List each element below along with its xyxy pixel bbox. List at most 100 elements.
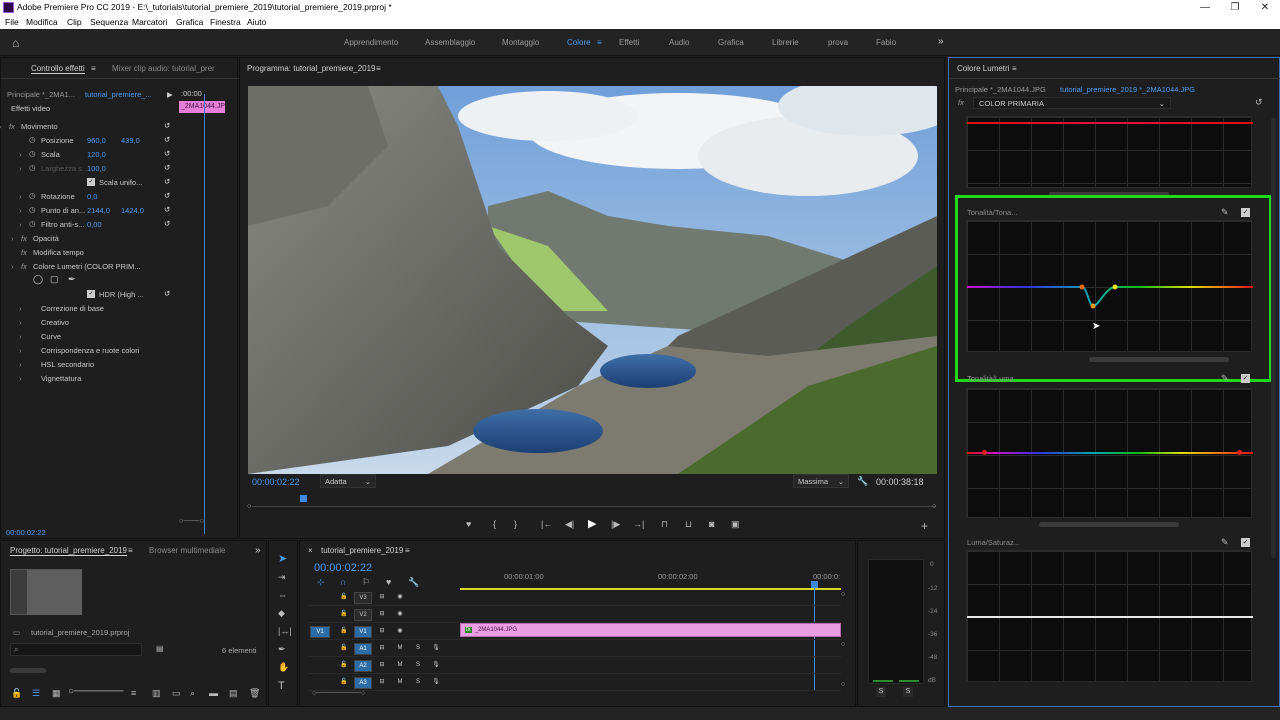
toggle-output-icon[interactable]: ◉ (394, 609, 406, 621)
toggle-output-icon[interactable]: ◉ (394, 592, 406, 604)
menu-clip[interactable]: Clip (67, 17, 82, 27)
add-marker-icon[interactable]: ♥ (386, 578, 391, 587)
curve-luma-sat[interactable] (966, 550, 1253, 682)
menu-finestra[interactable]: Finestra (210, 17, 241, 27)
master-source[interactable]: Principale *_2MA1... (7, 90, 75, 99)
go-to-in-icon[interactable]: |← (541, 520, 552, 529)
lumetri-source[interactable]: Principale *_2MA1044.JPG (955, 85, 1046, 94)
curve-hue-luma[interactable] (966, 388, 1253, 518)
track-target-button[interactable]: A1 (354, 643, 372, 655)
list-view-icon[interactable]: ☰ (32, 689, 40, 698)
stopwatch-icon[interactable]: ◷ (29, 149, 36, 158)
lock-track-icon[interactable]: 🔓 (338, 592, 350, 604)
reset-icon[interactable]: ↺ (164, 219, 170, 228)
curve-point[interactable] (1237, 450, 1242, 455)
expand-twisty-icon[interactable]: › (19, 150, 22, 159)
folder-icon[interactable]: ▬ (209, 689, 218, 698)
lock-track-icon[interactable]: 🔓 (338, 626, 350, 638)
snap-icon[interactable]: ∩ (340, 578, 346, 587)
mark-out-icon[interactable]: } (514, 520, 517, 529)
expand-twisty-icon[interactable]: › (19, 192, 22, 201)
slip-icon[interactable]: |↔| (278, 627, 292, 636)
project-thumbnail[interactable] (10, 569, 82, 615)
close-button[interactable]: ✕ (1250, 0, 1280, 15)
effect-value-1[interactable]: 0,0 (87, 192, 97, 201)
effect-value-1[interactable]: 120,0 (87, 150, 106, 159)
lock-track-icon[interactable]: 🔓 (338, 660, 350, 672)
track-target-button[interactable]: V1 (354, 626, 372, 638)
menu-marcatori[interactable]: Marcatori (132, 17, 167, 27)
track-target-button[interactable]: A2 (354, 660, 372, 672)
ripple-edit-icon[interactable]: ⇔ (278, 591, 287, 600)
track-target-button[interactable]: V3 (354, 592, 372, 604)
expand-twisty-icon[interactable]: › (11, 234, 14, 243)
pen-mask-icon[interactable]: ✒ (68, 274, 76, 285)
menu-grafica[interactable]: Grafica (176, 17, 203, 27)
icon-view-icon[interactable]: ▦ (52, 689, 61, 698)
bin-icon[interactable]: ▭ (172, 689, 181, 698)
pen-icon[interactable]: ✒ (278, 645, 286, 654)
play-button-icon[interactable]: ▶ (588, 519, 596, 530)
hscroll-bar[interactable]: ○─────────○ (312, 690, 365, 697)
fx-icon[interactable]: fx (21, 248, 27, 257)
add-marker-icon[interactable]: ♥ (466, 520, 471, 529)
mute-button[interactable]: M (394, 643, 406, 655)
enable-checkbox[interactable]: ✓ (1241, 538, 1250, 547)
reset-icon[interactable]: ↺ (164, 191, 170, 200)
timeline-timecode[interactable]: 00:00:02:22 (314, 562, 372, 574)
reset-icon[interactable]: ↺ (164, 205, 170, 214)
more-panels-icon[interactable]: » (255, 545, 261, 556)
expand-twisty-icon[interactable]: › (19, 332, 22, 341)
mute-button[interactable]: M (394, 660, 406, 672)
workspace-librerie[interactable]: Librerie (772, 38, 799, 47)
expand-twisty-icon[interactable]: › (19, 346, 22, 355)
playhead-bar[interactable] (252, 506, 936, 507)
expand-twisty-icon[interactable]: › (19, 360, 22, 369)
minimize-button[interactable]: — (1190, 0, 1220, 15)
close-tab-icon[interactable]: × (308, 546, 313, 555)
quality-dropdown[interactable]: Massima ⌄ (793, 474, 849, 488)
solo-right-button[interactable]: S (903, 687, 913, 697)
lock-track-icon[interactable]: 🔓 (338, 609, 350, 621)
sequence-clip[interactable]: tutorial_premiere_... (85, 90, 152, 99)
export-frame-icon[interactable]: ◙ (709, 520, 714, 529)
expand-twisty-icon[interactable]: › (19, 318, 22, 327)
workspace-prova[interactable]: prova (828, 38, 848, 47)
menu-aiuto[interactable]: Aiuto (247, 17, 266, 27)
checkbox[interactable]: ✓ (87, 290, 95, 298)
track-target-button[interactable]: A3 (354, 677, 372, 689)
expand-twisty-icon[interactable]: › (19, 374, 22, 383)
scroll-end-handle[interactable]: ○ (932, 503, 936, 510)
checkbox[interactable]: ✓ (87, 178, 95, 186)
go-to-out-icon[interactable]: →| (633, 520, 644, 529)
effect-value-1[interactable]: 2144,0 (87, 206, 110, 215)
sync-lock-icon[interactable]: ⊟ (376, 677, 388, 689)
reset-icon[interactable]: ↺ (164, 135, 170, 144)
tab-timeline[interactable]: tutorial_premiere_2019 (321, 546, 403, 555)
sort-icon[interactable]: ≡ (131, 689, 136, 698)
maximize-button[interactable]: ❐ (1220, 0, 1250, 15)
timeline-settings-icon[interactable]: 🔧 (408, 578, 419, 587)
stopwatch-icon[interactable]: ◷ (29, 219, 36, 228)
menu-modifica[interactable]: Modifica (26, 17, 58, 27)
project-search-input[interactable]: ⌕ (10, 643, 142, 656)
expand-twisty-icon[interactable]: › (19, 164, 22, 173)
reset-icon[interactable]: ↺ (164, 289, 170, 298)
panel-scrollbar[interactable] (1271, 118, 1276, 558)
voice-over-icon[interactable]: 🎙 (430, 677, 442, 689)
track-target-button[interactable]: V2 (354, 609, 372, 621)
timeline-clip[interactable]: fx _2MA1044.JPG (460, 623, 841, 637)
timeline-playhead[interactable] (811, 581, 818, 588)
wrench-icon[interactable]: 🔧 (857, 477, 868, 486)
effect-value-2[interactable]: 439,0 (121, 136, 140, 145)
workspace-colore[interactable]: Colore (567, 38, 591, 47)
fx-icon[interactable]: fx (21, 234, 27, 243)
nest-icon[interactable]: ⊹ (317, 578, 325, 587)
eyedropper-icon[interactable]: ✎ (1221, 538, 1229, 547)
panel-menu-icon[interactable]: ≡ (128, 546, 133, 555)
panel-menu-icon[interactable]: ≡ (405, 546, 410, 555)
expand-twisty-icon[interactable]: › (19, 206, 22, 215)
stopwatch-icon[interactable]: ◷ (29, 163, 36, 172)
voice-over-icon[interactable]: 🎙 (430, 660, 442, 672)
fx-icon[interactable]: fx (9, 122, 15, 131)
